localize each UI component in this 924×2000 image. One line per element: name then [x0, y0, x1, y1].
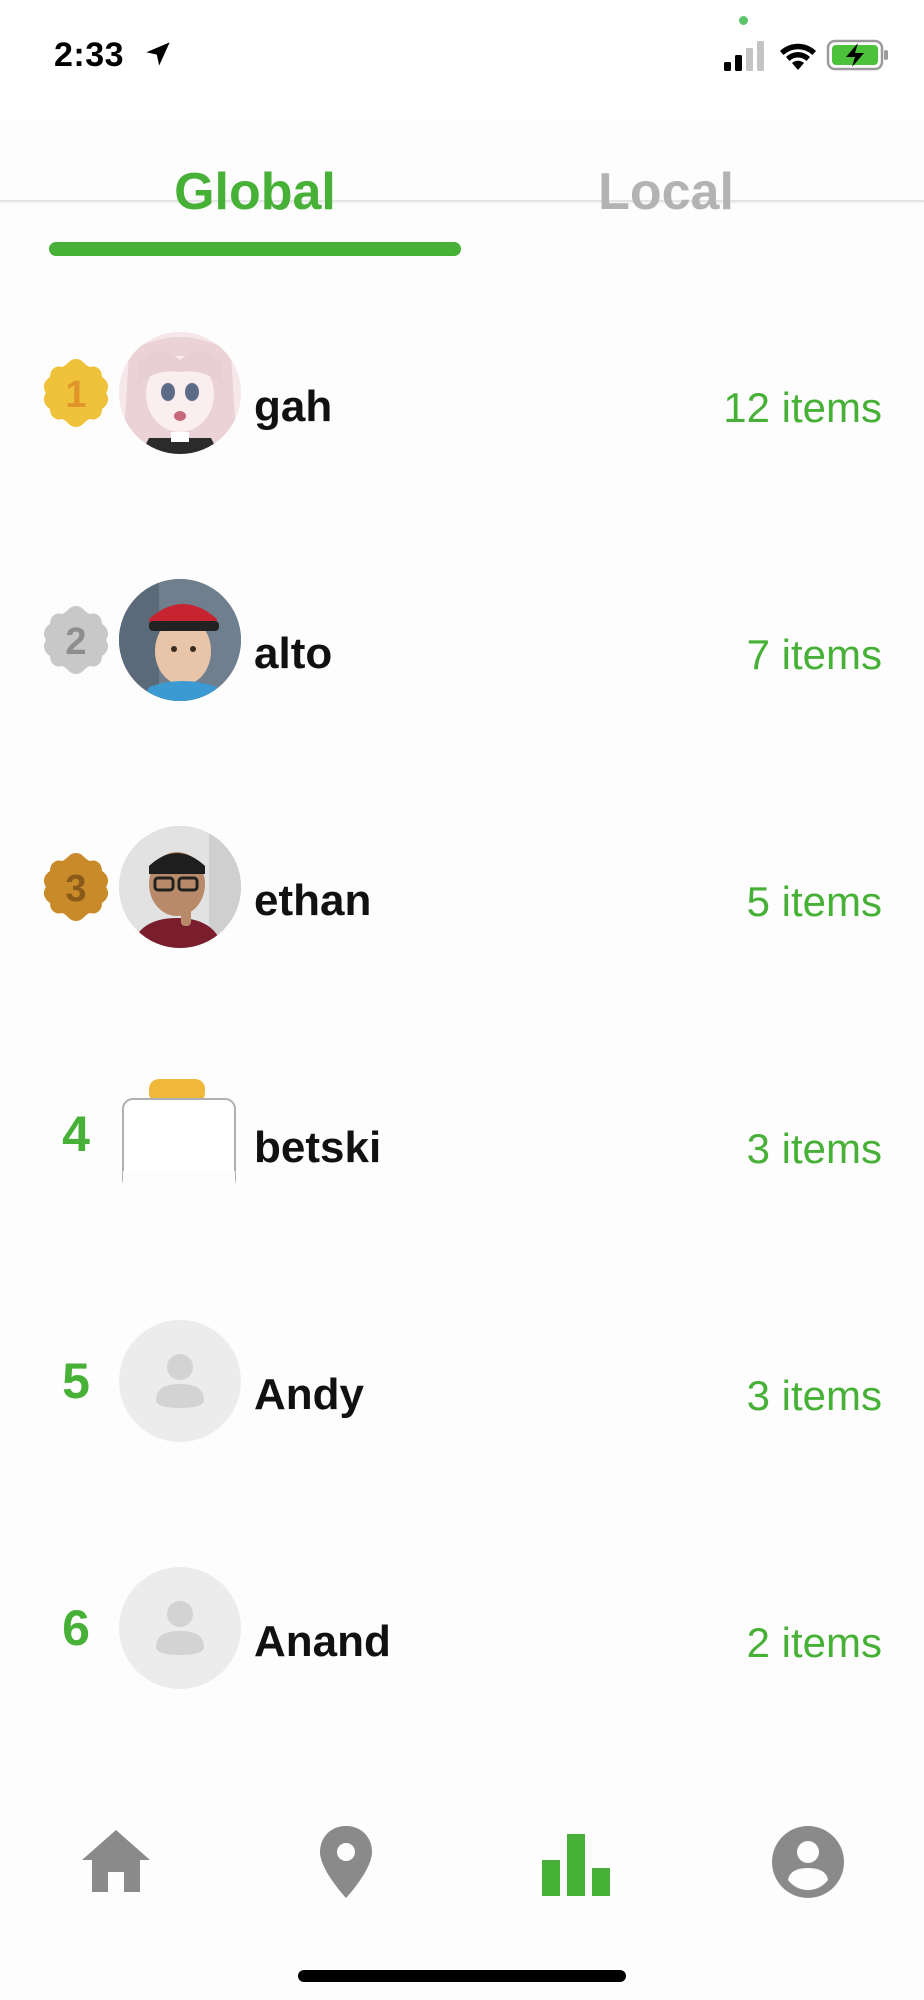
leaderboard-row[interactable]: 1 gah 12 items — [0, 282, 924, 529]
leaderboard-list: 1 gah 12 items 2 alto 7 items 3 ethan 5 … — [0, 282, 924, 1764]
avatar[interactable] — [119, 1320, 241, 1442]
user-name: ethan — [254, 876, 372, 925]
avatar-user-photo-image — [119, 826, 241, 948]
leaderboard-row[interactable]: 3 ethan 5 items — [0, 776, 924, 1023]
map-pin-icon[interactable] — [306, 1822, 386, 1902]
rank-number: 4 — [62, 1106, 90, 1162]
item-count: 12 items — [723, 384, 882, 431]
gold-medal-icon: 1 — [43, 359, 109, 427]
battery-charging-icon — [826, 39, 888, 71]
leaderboard-row[interactable]: 4 betski 3 items — [0, 1023, 924, 1270]
item-count: 3 items — [746, 1125, 882, 1172]
avatar[interactable] — [119, 1073, 241, 1195]
avatar-anime-character-image — [119, 332, 241, 454]
bronze-medal-icon: 3 — [43, 853, 109, 921]
cellular-signal-icon — [724, 41, 764, 71]
rank-number: 6 — [62, 1600, 90, 1656]
bottom-tab-bar — [0, 1780, 924, 2000]
home-indicator — [298, 1970, 626, 1982]
default-avatar-icon — [156, 1354, 204, 1408]
status-time: 2:33 — [54, 36, 125, 74]
location-arrow-icon — [146, 42, 170, 66]
user-name: gah — [254, 382, 333, 431]
active-tab-indicator — [49, 242, 461, 256]
avatar[interactable] — [119, 826, 241, 948]
rank-number: 1 — [65, 374, 86, 416]
home-icon[interactable] — [76, 1822, 156, 1902]
tab-local[interactable]: Local — [466, 162, 866, 222]
item-count: 7 items — [746, 631, 882, 678]
leaderboard-tabs: Global Local — [0, 120, 924, 260]
default-avatar-icon — [156, 1601, 204, 1655]
item-count: 2 items — [746, 1619, 882, 1666]
leaderboard-row[interactable]: 5 Andy 3 items — [0, 1270, 924, 1517]
user-name: Anand — [254, 1617, 391, 1666]
user-name: alto — [254, 629, 333, 678]
privacy-indicator-dot — [739, 16, 748, 25]
leaderboard-row[interactable]: 6 Anand 2 items — [0, 1517, 924, 1764]
leaderboard-icon[interactable] — [536, 1822, 616, 1902]
avatar-user-photo-image — [119, 579, 241, 701]
user-name: betski — [254, 1123, 382, 1172]
tab-global[interactable]: Global — [55, 162, 455, 222]
silver-medal-icon: 2 — [43, 606, 109, 674]
wifi-icon — [780, 43, 816, 70]
rank-number: 5 — [62, 1353, 90, 1409]
avatar[interactable] — [119, 332, 241, 454]
status-bar: 2:33 — [0, 0, 924, 120]
leaderboard-row[interactable]: 2 alto 7 items — [0, 529, 924, 776]
rank-number: 2 — [65, 621, 86, 663]
profile-icon[interactable] — [768, 1822, 848, 1902]
avatar[interactable] — [119, 1567, 241, 1689]
rank-number: 3 — [65, 868, 86, 910]
item-count: 5 items — [746, 878, 882, 925]
avatar-default-card-image — [122, 1079, 236, 1195]
item-count: 3 items — [746, 1372, 882, 1419]
user-name: Andy — [254, 1370, 364, 1419]
avatar[interactable] — [119, 579, 241, 701]
